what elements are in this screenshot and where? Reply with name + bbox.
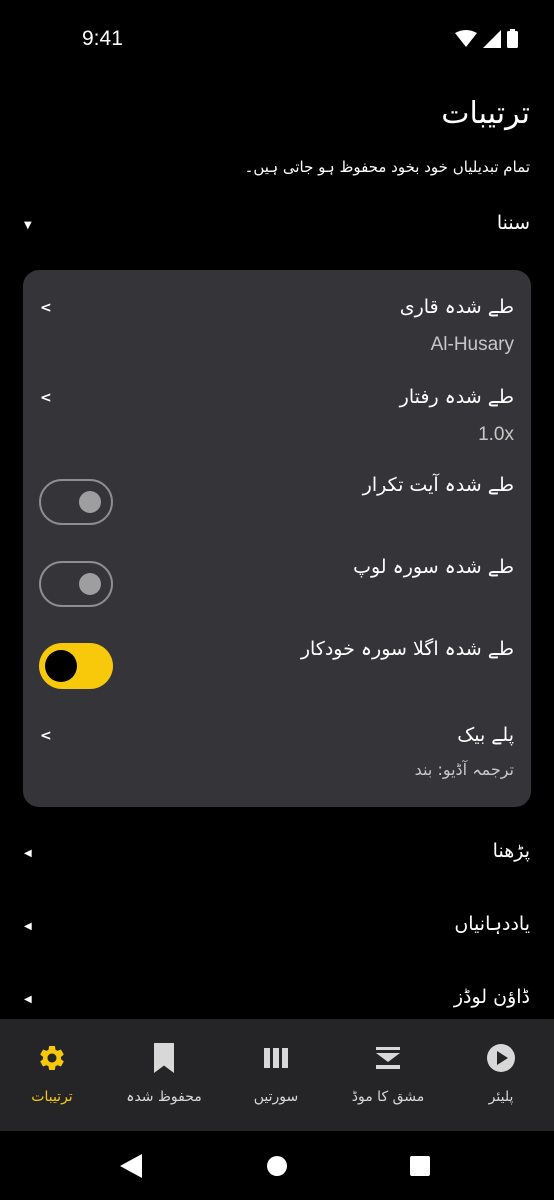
surah-loop-toggle[interactable]: [39, 561, 113, 607]
bottom-navigation: ترتیبات محفوظ شدہ سورتیں مشق کا موڈ پلیئ…: [0, 1019, 554, 1131]
section-header-listen[interactable]: سننا ▼: [0, 206, 554, 246]
chevron-left-icon: <: [40, 300, 52, 316]
auto-next-surah-toggle[interactable]: [39, 643, 113, 689]
caret-left-icon: ◀: [24, 848, 32, 859]
playback-row[interactable]: پلے بیک ترجمہ آڈیو: بند <: [23, 716, 531, 796]
default-surah-loop-title: طے شدہ سورہ لوپ: [353, 556, 514, 578]
nav-tab-player[interactable]: پلیئر: [448, 1019, 554, 1131]
listen-settings-card: طے شدہ قاری Al-Husary < طے شدہ رفتار 1.0…: [23, 270, 531, 807]
default-speed-value: 1.0x: [478, 424, 514, 445]
section-title-reading: پڑھنا: [492, 840, 530, 862]
section-header-reading[interactable]: پڑھنا ◀: [0, 834, 554, 874]
nav-label-practice: مشق کا موڈ: [351, 1089, 425, 1105]
section-title-listen: سننا: [496, 212, 530, 234]
toggle-knob: [79, 573, 101, 595]
page-title: ترتیبات: [441, 96, 530, 131]
default-surah-loop-row: طے شدہ سورہ لوپ: [23, 548, 531, 620]
nav-label-saved: محفوظ شدہ: [126, 1089, 202, 1105]
section-header-reminders[interactable]: یاددہانیاں ◀: [0, 907, 554, 947]
nav-label-settings: ترتیبات: [31, 1089, 73, 1105]
nav-tab-settings[interactable]: ترتیبات: [0, 1019, 104, 1131]
status-icons: [455, 29, 518, 48]
practice-stack-icon: [376, 1047, 400, 1069]
status-time: 9:41: [82, 27, 123, 50]
back-triangle-icon[interactable]: [120, 1154, 142, 1178]
nav-tab-surahs[interactable]: سورتیں: [224, 1019, 328, 1131]
caret-left-icon: ◀: [24, 921, 32, 932]
default-speed-title: طے شدہ رفتار: [399, 386, 514, 408]
status-bar: 9:41: [0, 0, 554, 80]
nav-label-player: پلیئر: [488, 1089, 514, 1105]
recents-square-icon[interactable]: [410, 1156, 430, 1176]
caret-down-icon: ▼: [24, 220, 32, 231]
playback-value: ترجمہ آڈیو: بند: [414, 760, 514, 779]
default-reciter-title: طے شدہ قاری: [399, 296, 514, 318]
wifi-icon: [455, 29, 477, 47]
nav-label-surahs: سورتیں: [253, 1089, 299, 1105]
section-title-downloads: ڈاؤن لوڈز: [453, 986, 530, 1008]
caret-left-icon: ◀: [24, 994, 32, 1005]
toggle-knob: [79, 491, 101, 513]
default-ayah-repeat-title: طے شدہ آیت تکرار: [362, 474, 514, 496]
default-speed-row[interactable]: طے شدہ رفتار 1.0x <: [23, 378, 531, 458]
nav-tab-saved[interactable]: محفوظ شدہ: [104, 1019, 224, 1131]
page-subtitle: تمام تبدیلیاں خود بخود محفوظ ہو جاتی ہیں…: [244, 158, 530, 176]
default-ayah-repeat-row: طے شدہ آیت تکرار: [23, 466, 531, 538]
library-books-icon: [264, 1048, 288, 1068]
default-reciter-value: Al-Husary: [430, 334, 514, 355]
play-circle-icon: [487, 1044, 515, 1072]
section-header-downloads[interactable]: ڈاؤن لوڈز ◀: [0, 980, 554, 1020]
battery-icon: [507, 29, 518, 48]
default-reciter-row[interactable]: طے شدہ قاری Al-Husary <: [23, 288, 531, 368]
system-navigation-bar: [0, 1131, 554, 1200]
bookmark-icon: [154, 1043, 174, 1073]
cellular-signal-icon: [483, 29, 501, 48]
default-auto-next-title: طے شدہ اگلا سورہ خودکار: [300, 638, 514, 660]
default-auto-next-row: طے شدہ اگلا سورہ خودکار: [23, 630, 531, 702]
gear-icon: [40, 1046, 64, 1070]
chevron-left-icon: <: [40, 390, 52, 406]
section-title-reminders: یاددہانیاں: [454, 913, 530, 935]
nav-tab-practice[interactable]: مشق کا موڈ: [328, 1019, 448, 1131]
ayah-repeat-toggle[interactable]: [39, 479, 113, 525]
toggle-knob: [45, 650, 77, 682]
playback-title: پلے بیک: [457, 724, 514, 746]
home-circle-icon[interactable]: [266, 1155, 288, 1177]
chevron-left-icon: <: [40, 728, 52, 744]
